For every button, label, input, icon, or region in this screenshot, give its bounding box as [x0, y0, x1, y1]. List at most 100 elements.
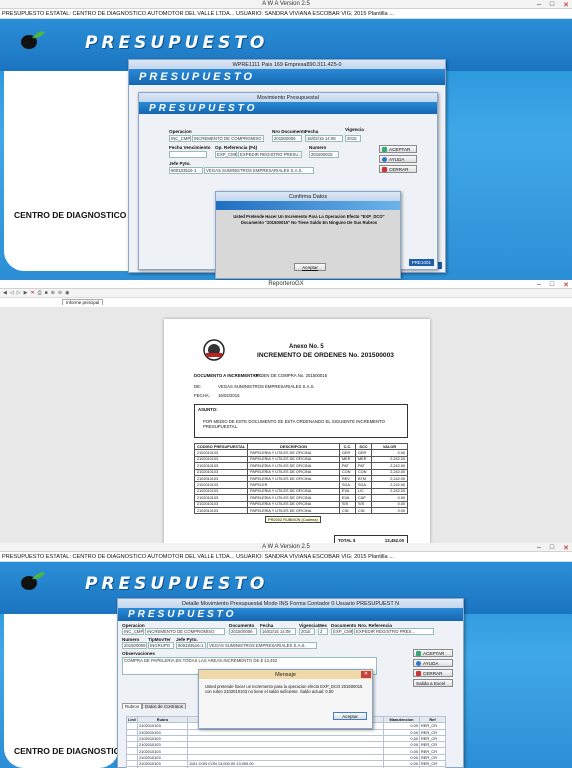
report-asunto-box: ASUNTO: POR MEDIO DE ESTE DOCUMENTO SE E…: [194, 404, 408, 438]
cerrar-label: CERRAR: [389, 166, 409, 172]
report-annex: Anexo No. 5: [289, 344, 324, 350]
top-menubar-text: PRESUPUESTO ESTATAL: CENTRO DE DIAGNOSTI…: [2, 10, 394, 17]
report-cell: 2102010103: [193, 506, 249, 515]
report-cell: 0.00: [371, 506, 408, 515]
prev-page-icon[interactable]: ◁: [10, 290, 14, 296]
rubros-grid-body: 2102010103 0.00 RER_CR 2102010103 0.00 RER_CR…: [126, 722, 446, 768]
minimize-icon[interactable]: –: [537, 281, 541, 288]
close-icon[interactable]: ✕: [563, 281, 569, 289]
fecha-field[interactable]: 16/02/15 14:08: [260, 628, 296, 635]
mov-window-title: Movimiento Presupuestal: [257, 94, 319, 101]
message-dialog: Mensaje ✕ Usted pretende hacer un increme…: [198, 669, 373, 729]
aceptar-label: ACEPTAR: [423, 650, 445, 656]
obs-label: Observaciones: [122, 651, 155, 656]
report-cell: CIN: [355, 506, 372, 515]
opref-field[interactable]: EXP_CMP: [215, 151, 237, 158]
aceptar-button[interactable]: ACEPTAR: [379, 145, 417, 153]
report-de-value: VEGAS SUMINISTROS EMPRESARIALES S.A.S.: [218, 384, 315, 389]
bottom-desktop: PRESUPUESTO CENTRO DE DIAGNOSTICO Detall…: [0, 562, 572, 768]
aceptar-button[interactable]: ACEPTAR: [413, 649, 453, 657]
last-page-icon[interactable]: ▶: [24, 290, 28, 296]
doc-field[interactable]: 201500006: [229, 628, 257, 635]
print-icon[interactable]: ⎙: [38, 290, 42, 296]
tab-rubros[interactable]: Rubros: [122, 703, 143, 709]
minimize-icon[interactable]: –: [537, 1, 541, 8]
report-table-body: 2102010103 PAPELERIA Y UTILES DE OFICINA G…: [193, 449, 408, 515]
jefe-code-field[interactable]: 900183516-1: [169, 167, 203, 174]
cerrar-button[interactable]: CERRAR: [413, 669, 453, 677]
help-icon: [382, 156, 387, 162]
top-app-window: A W A Version 2.5 – □ ✕ PRESUPUESTO ESTA…: [0, 0, 572, 280]
nodoc-label: Nro Documento: [272, 129, 307, 134]
cerrar-button[interactable]: CERRAR: [379, 165, 417, 173]
message-dialog-text: Usted pretende hacer un incremento para …: [205, 684, 363, 695]
reporter-title: ReporteroGX: [268, 281, 304, 287]
tab-informe-principal[interactable]: Informe principal: [62, 299, 104, 305]
close-icon[interactable]: ✕: [563, 544, 569, 552]
outer-window-banner: PRESUPUESTO: [129, 69, 445, 85]
jefe-name-field[interactable]: VEGAS SUMINISTROS EMPRESARIALES S.A.S.: [207, 642, 317, 649]
reporter-toolbar: ◀ ◁ ▷ ▶ ✕ ⎙ ■ ⊕ ⊖ ◉: [0, 289, 572, 298]
fechavenc-field[interactable]: [169, 151, 207, 158]
bottom-app-window: A W A Version 2.5 – □ ✕ PRESUPUESTO ESTA…: [0, 543, 572, 768]
operacion-desc-field[interactable]: INCREMENTO DE COMPROMISO: [192, 135, 264, 142]
report-tooltip: PR2002 RUBMON (Cadena): [265, 516, 321, 523]
jefe-code-field[interactable]: 900183516-1: [176, 642, 206, 649]
minimize-icon[interactable]: –: [537, 544, 541, 551]
op-code-field[interactable]: INC_CMP: [122, 628, 144, 635]
bottom-white-panel: [4, 614, 119, 768]
zoom-out-icon[interactable]: ⊖: [58, 290, 62, 296]
bottom-banner-title: PRESUPUESTO: [85, 574, 269, 594]
operacion-code-field[interactable]: INC_CMP: [169, 135, 191, 142]
zoom-in-icon[interactable]: ⊕: [51, 290, 55, 296]
jefe-name-field[interactable]: VEGAS SUMINISTROS EMPRESARIALES S.A.S.: [204, 167, 314, 174]
report-page: Anexo No. 5 INCREMENTO DE ORDENES No. 20…: [164, 319, 430, 554]
ayuda-label: AYUDA: [423, 660, 439, 666]
nodoc-field[interactable]: 201500006: [272, 135, 302, 142]
close-icon[interactable]: ✕: [563, 1, 569, 9]
ayuda-button[interactable]: AYUDA: [379, 155, 417, 163]
first-page-icon[interactable]: ◀: [3, 290, 7, 296]
ayuda-button[interactable]: AYUDA: [413, 659, 453, 667]
ref-desc-field[interactable]: EXPEDIR REGISTRO PRES...: [354, 628, 434, 635]
top-menubar: PRESUPUESTO ESTATAL: CENTRO DE DIAGNOSTI…: [0, 9, 572, 19]
maximize-icon[interactable]: □: [550, 1, 554, 8]
report-fecha-value: 16/02/2015: [218, 393, 240, 398]
excel-button[interactable]: Salida a Excel: [413, 679, 453, 687]
tab-datos-contratos[interactable]: Datos de Contratos: [142, 703, 186, 709]
maximize-icon[interactable]: □: [550, 544, 554, 551]
top-title-bar: A W A Version 2.5 – □ ✕: [0, 0, 572, 9]
close-icon[interactable]: ✕: [361, 671, 371, 678]
close-icon: [416, 670, 421, 676]
tipo-field[interactable]: INGRUPO: [148, 642, 174, 649]
report-col: CODIGO PRESUPUESTAL: [193, 442, 249, 451]
op-desc-field[interactable]: INCREMENTO DE COMPROMISO: [145, 628, 225, 635]
close-icon: [382, 166, 387, 172]
vigencia-field[interactable]: 2015: [299, 628, 315, 635]
reporter-title-bar: ReporteroGX – □ ✕: [0, 280, 572, 289]
stop-icon[interactable]: ✕: [30, 290, 34, 296]
report-doc-value: ORDEN DE COMPRA No. 201500015: [254, 373, 328, 378]
mes-field[interactable]: 2: [318, 628, 328, 635]
binoculars-icon[interactable]: ◉: [65, 290, 69, 296]
jefe-label: Jefe Pyto.: [169, 161, 191, 166]
opref-desc-field[interactable]: EXPEDIR REGISTRO PRESU...: [238, 151, 302, 158]
confirm-dialog: Confirma Datos Usted Pretende Hacer Un I…: [215, 191, 401, 279]
cda-logo-icon: [203, 339, 225, 361]
ref-code-field[interactable]: EXP_CMP: [331, 628, 353, 635]
fecha-field[interactable]: 16/02/15 14:08: [305, 135, 343, 142]
message-aceptar-button[interactable]: Aceptar: [333, 712, 367, 720]
next-page-icon[interactable]: ▷: [17, 290, 21, 296]
logo-icon: [21, 572, 45, 590]
save-icon[interactable]: ■: [45, 290, 48, 296]
maximize-icon[interactable]: □: [550, 281, 554, 288]
numero-field[interactable]: 201500006: [122, 642, 147, 649]
cerrar-label: CERRAR: [423, 670, 443, 676]
top-desktop: PRESUPUESTO CENTRO DE DIAGNOSTICO AUTOM …: [0, 19, 572, 280]
confirm-aceptar-button[interactable]: Aceptar: [294, 263, 326, 271]
detail-tabs: Rubros Datos de Contratos: [122, 703, 186, 709]
numero-field[interactable]: 201500015: [309, 151, 339, 158]
confirm-dialog-strip: [216, 201, 400, 210]
report-asunto-label: ASUNTO:: [198, 407, 218, 412]
vigencia-field[interactable]: 2015: [345, 135, 361, 142]
